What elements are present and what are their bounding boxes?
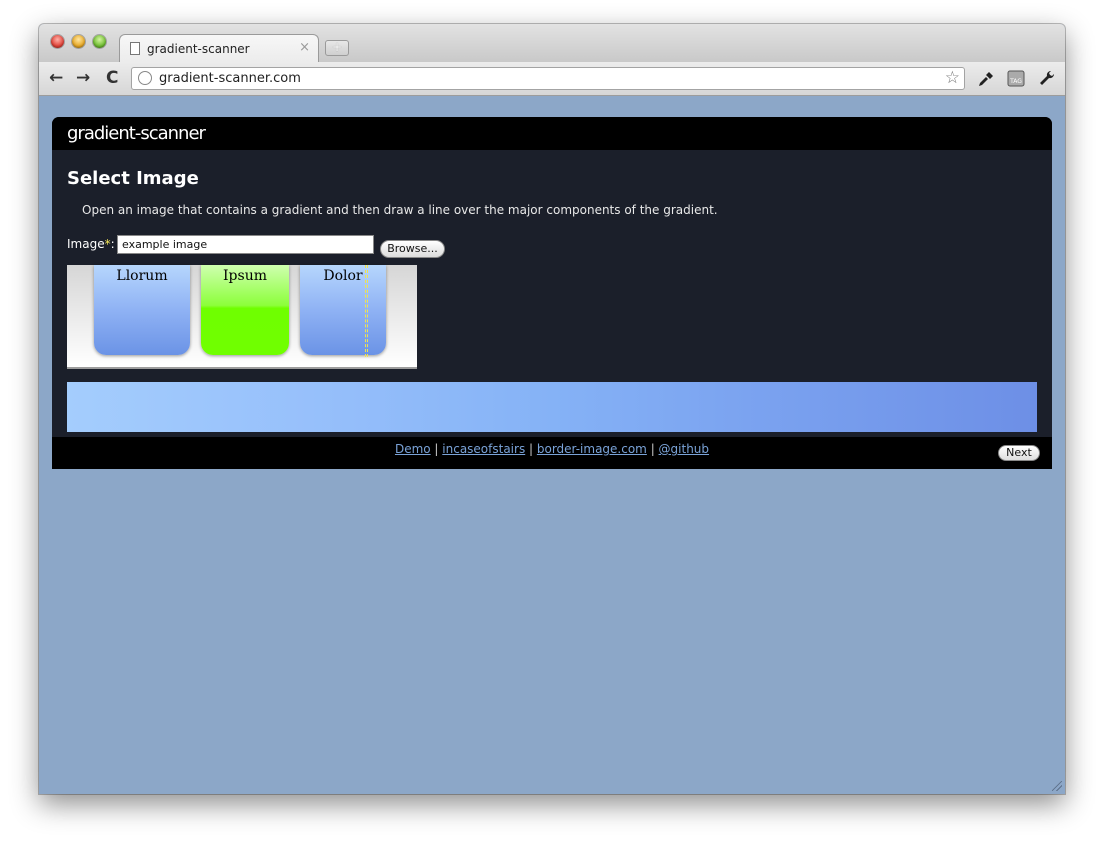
next-button[interactable]: Next — [998, 445, 1040, 461]
app-panel: gradient-scanner Select Image Open an im… — [52, 117, 1052, 469]
minimize-window-button[interactable] — [72, 35, 85, 48]
wrench-icon[interactable] — [1038, 69, 1056, 87]
preview-box-ipsum: Ipsum — [201, 265, 289, 355]
tab-title: gradient-scanner — [147, 42, 250, 56]
app-brand: gradient-scanner — [67, 123, 206, 144]
app-header: gradient-scanner — [52, 117, 1052, 150]
address-bar[interactable]: gradient-scanner.com ☆ — [131, 67, 965, 90]
browser-window: gradient-scanner × + ← → C gradient-scan… — [39, 24, 1065, 794]
footer-link-demo[interactable]: Demo — [395, 442, 431, 456]
dropper-icon[interactable] — [977, 70, 995, 88]
back-arrow-icon[interactable]: ← — [49, 68, 63, 88]
image-file-input[interactable] — [117, 235, 374, 254]
globe-icon — [138, 71, 152, 85]
link-separator: | — [430, 442, 443, 456]
preview-label: Ipsum — [223, 268, 267, 284]
link-separator: | — [646, 442, 659, 456]
footer-link-border-image[interactable]: border-image.com — [537, 442, 647, 456]
browser-toolbar: ← → C gradient-scanner.com ☆ TAG — [39, 62, 1065, 96]
intro-text: Open an image that contains a gradient a… — [82, 203, 718, 217]
preview-label: Dolor — [323, 268, 363, 284]
page-icon — [130, 42, 140, 55]
page-title: Select Image — [67, 168, 199, 189]
footer-links: Demo | incaseofstairs | border-image.com… — [52, 442, 1052, 456]
footer-link-github[interactable]: @github — [659, 442, 709, 456]
svg-text:TAG: TAG — [1009, 78, 1022, 85]
close-window-button[interactable] — [51, 35, 64, 48]
image-field-label: Image*: — [67, 237, 115, 251]
tag-extension-icon[interactable]: TAG — [1006, 68, 1026, 88]
zoom-window-button[interactable] — [93, 35, 106, 48]
footer-link-incaseofstairs[interactable]: incaseofstairs — [442, 442, 525, 456]
resize-grip-icon[interactable] — [1052, 781, 1062, 791]
app-footer: Demo | incaseofstairs | border-image.com… — [52, 437, 1052, 469]
preview-box-dolor: Dolor — [300, 265, 386, 355]
browser-tab[interactable]: gradient-scanner × — [119, 34, 319, 62]
image-preview[interactable]: Llorum Ipsum Dolor — [67, 265, 417, 369]
scan-line-handle[interactable] — [365, 265, 368, 357]
new-tab-button[interactable]: + — [325, 40, 349, 56]
reload-icon[interactable]: C — [106, 68, 118, 88]
bookmark-star-icon[interactable]: ☆ — [945, 68, 960, 88]
forward-arrow-icon[interactable]: → — [76, 68, 90, 88]
tab-bar: gradient-scanner × + — [39, 24, 1065, 62]
preview-label: Llorum — [116, 268, 168, 284]
url-text[interactable]: gradient-scanner.com — [159, 71, 301, 86]
gradient-preview-bar — [67, 382, 1037, 432]
image-label-text: Image — [67, 237, 105, 251]
browse-button[interactable]: Browse... — [380, 240, 445, 258]
link-separator: | — [525, 442, 537, 456]
tab-close-icon[interactable]: × — [299, 40, 310, 55]
image-label-colon: : — [110, 237, 115, 251]
preview-box-llorum: Llorum — [94, 265, 190, 355]
